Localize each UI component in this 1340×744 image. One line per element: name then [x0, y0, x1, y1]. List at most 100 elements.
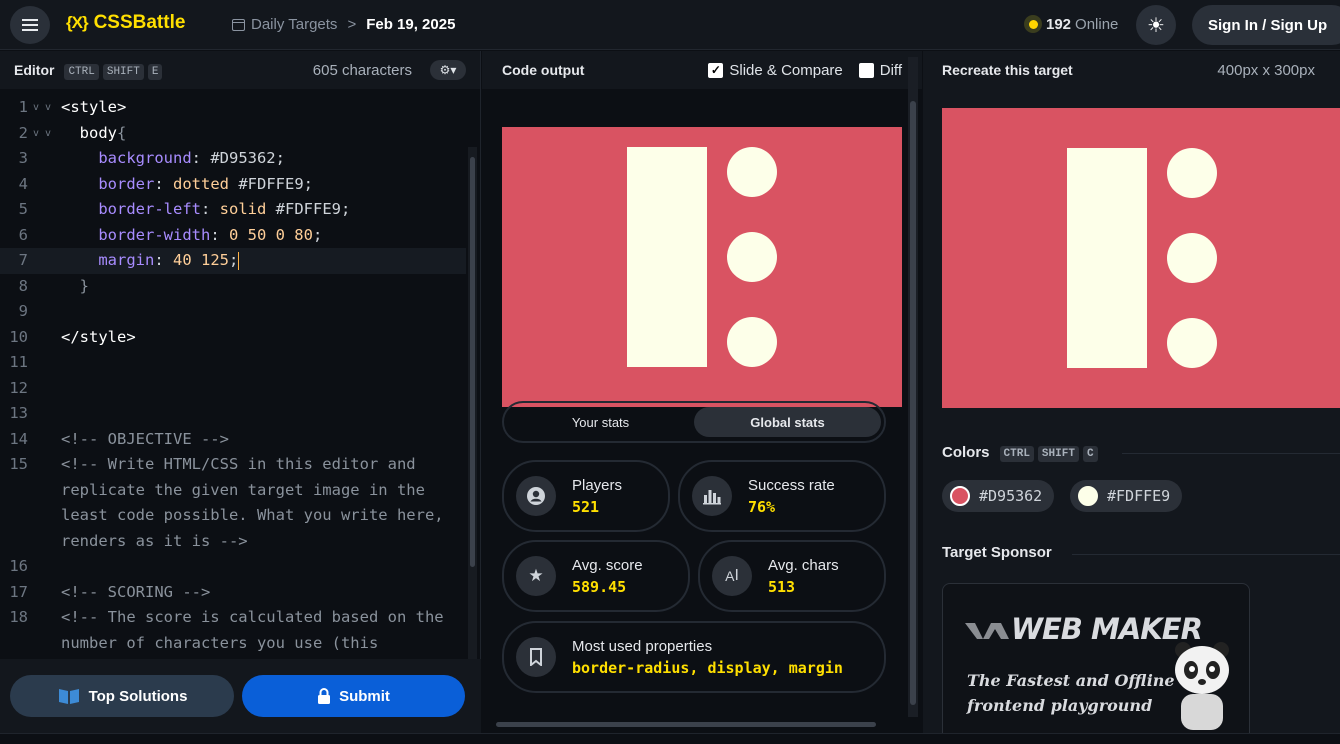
sponsor-tagline: The Fastest and Offline frontend playgro… [967, 671, 1175, 715]
color-dot [1078, 486, 1098, 506]
output-header: Code output ✓ Slide & Compare Diff [482, 51, 922, 89]
code-line[interactable]: 6 border-width: 0 50 0 80; [0, 223, 466, 249]
target-panel: Recreate this target 400px x 300px Color… [923, 51, 1340, 744]
tab-your-stats[interactable]: Your stats [507, 407, 694, 437]
online-indicator: 192 Online [1024, 15, 1118, 33]
code-editor[interactable]: 1v v <style> 2 v v body{3 background: #D953… [0, 95, 466, 655]
code-token: border [61, 174, 155, 193]
code-token: body [61, 123, 117, 142]
fold-chevron-icon[interactable]: v v [33, 121, 51, 147]
most-used-label: Most used properties [572, 637, 713, 655]
code-line[interactable]: 11 [0, 350, 466, 376]
code-line[interactable]: 9 [0, 299, 466, 325]
most-used-value: border-radius, display, margin [572, 658, 843, 677]
scrollbar-thumb[interactable] [910, 101, 916, 705]
editor-panel: Editor CTRL SHIFT E 605 characters ⚙▾ 1 v v… [0, 51, 481, 744]
code-token: : [210, 225, 229, 244]
target-header: Recreate this target 400px x 300px [923, 51, 1340, 89]
user-icon [516, 476, 556, 516]
code-line[interactable]: 8 } [0, 274, 466, 300]
code-token: border-left [61, 200, 201, 218]
code-token: <!-- Write HTML/CSS in this editor and r… [61, 455, 444, 550]
output-horizontal-scrollbar[interactable] [486, 719, 902, 729]
code-line[interactable]: 13 [0, 401, 466, 427]
character-count: 605 characters [312, 61, 412, 79]
avg-score-label: Avg. score [572, 556, 643, 574]
code-line[interactable]: 1 v v <style> [0, 95, 466, 121]
code-text: } [61, 274, 89, 300]
code-text: <!-- OBJECTIVE --> [61, 427, 229, 453]
theme-toggle-button[interactable]: ☀ [1136, 5, 1176, 45]
code-token: : [154, 251, 173, 269]
color-hex: #D95362 [979, 487, 1043, 505]
code-line[interactable]: 2 v v body{ [0, 121, 466, 147]
code-line[interactable]: 5 border-left: solid #FDFFE9; [0, 197, 466, 223]
breadcrumb-section[interactable]: Daily Targets [251, 16, 337, 33]
output-bar-shape [627, 147, 707, 367]
code-line[interactable]: 3 background: #D95362; [0, 146, 466, 172]
kbd-key: SHIFT [1037, 446, 1079, 462]
code-line[interactable]: 4 border: dotted #FDFFE9; [0, 172, 466, 198]
logo[interactable]: {X} CSSBattle [66, 12, 185, 34]
code-output-preview[interactable] [502, 127, 902, 407]
code-line[interactable]: 18 <!-- The score is calculated based on … [0, 605, 466, 655]
editor-settings-button[interactable]: ⚙▾ [430, 60, 466, 80]
sponsor-banner[interactable]: WEB MAKER The Fastest and Offline fronte… [942, 583, 1250, 744]
line-number: 18 [9, 608, 28, 626]
code-text: margin: 40 125; [61, 248, 240, 274]
code-token: 0 50 0 80 [228, 225, 313, 244]
code-token: margin [61, 251, 155, 269]
editor-scrollbar[interactable] [468, 147, 477, 709]
checkbox-checked-icon: ✓ [708, 62, 724, 78]
code-line[interactable]: 16 [0, 554, 466, 580]
menu-icon [22, 24, 38, 26]
color-swatch-secondary[interactable]: #FDFFE9 [1070, 480, 1183, 512]
code-text: background: #D95362; [61, 146, 285, 172]
kbd-key: CTRL [64, 63, 99, 80]
line-number: 15 [9, 455, 28, 473]
code-text: </style> [61, 325, 136, 351]
sponsor-logo: WEB MAKER [965, 612, 1203, 646]
avg-score-value: 589.45 [572, 577, 627, 596]
code-line[interactable]: 17 <!-- SCORING --> [0, 580, 466, 606]
line-number: 12 [9, 378, 28, 397]
status-bar [0, 733, 1340, 744]
color-swatch-primary[interactable]: #D95362 [942, 480, 1055, 512]
code-token: { [117, 123, 127, 142]
line-number: 14 [9, 429, 28, 448]
slide-compare-checkbox[interactable]: ✓ Slide & Compare [708, 62, 843, 79]
diff-checkbox[interactable]: Diff [858, 61, 902, 79]
scrollbar-thumb[interactable] [496, 722, 876, 727]
players-value: 521 [572, 497, 600, 516]
fold-chevron-icon[interactable]: v v [33, 95, 51, 121]
line-number: 11 [9, 353, 28, 371]
colors-heading: Colors CTRL SHIFT C [942, 443, 1340, 462]
top-solutions-button[interactable]: Top Solutions [10, 675, 234, 717]
tab-global-stats[interactable]: Global stats [694, 407, 881, 437]
code-line[interactable]: 7 margin: 40 125; [0, 248, 466, 274]
submit-button[interactable]: Submit [242, 675, 465, 717]
code-line[interactable]: 10 </style> [0, 325, 466, 351]
web-maker-logo-icon [965, 623, 1009, 639]
line-number: 9 [18, 302, 28, 320]
target-circle-shape [1167, 148, 1217, 198]
text-cursor [238, 251, 240, 270]
diff-label: Diff [879, 61, 902, 79]
code-token: <!-- SCORING --> [61, 582, 211, 601]
output-circle-shape [727, 147, 777, 197]
online-dot-icon [1024, 15, 1042, 33]
line-number: 16 [9, 557, 28, 575]
scrollbar-thumb[interactable] [470, 157, 475, 567]
code-line[interactable]: 12 [0, 376, 466, 402]
output-scrollbar[interactable] [908, 57, 918, 717]
top-bar: {X} CSSBattle Daily Targets > Feb 19, 20… [0, 0, 1340, 50]
target-bar-shape [1067, 148, 1147, 368]
code-line[interactable]: 14 <!-- OBJECTIVE --> [0, 427, 466, 453]
code-line[interactable]: 15 <!-- Write HTML/CSS in this editor and… [0, 452, 466, 554]
target-image[interactable] [942, 108, 1340, 408]
code-token: ; [312, 225, 323, 244]
sign-in-button[interactable]: Sign In / Sign Up [1192, 5, 1340, 45]
code-token: ; [229, 251, 239, 269]
menu-button[interactable] [10, 6, 50, 44]
avg-chars-value: 513 [768, 577, 796, 596]
